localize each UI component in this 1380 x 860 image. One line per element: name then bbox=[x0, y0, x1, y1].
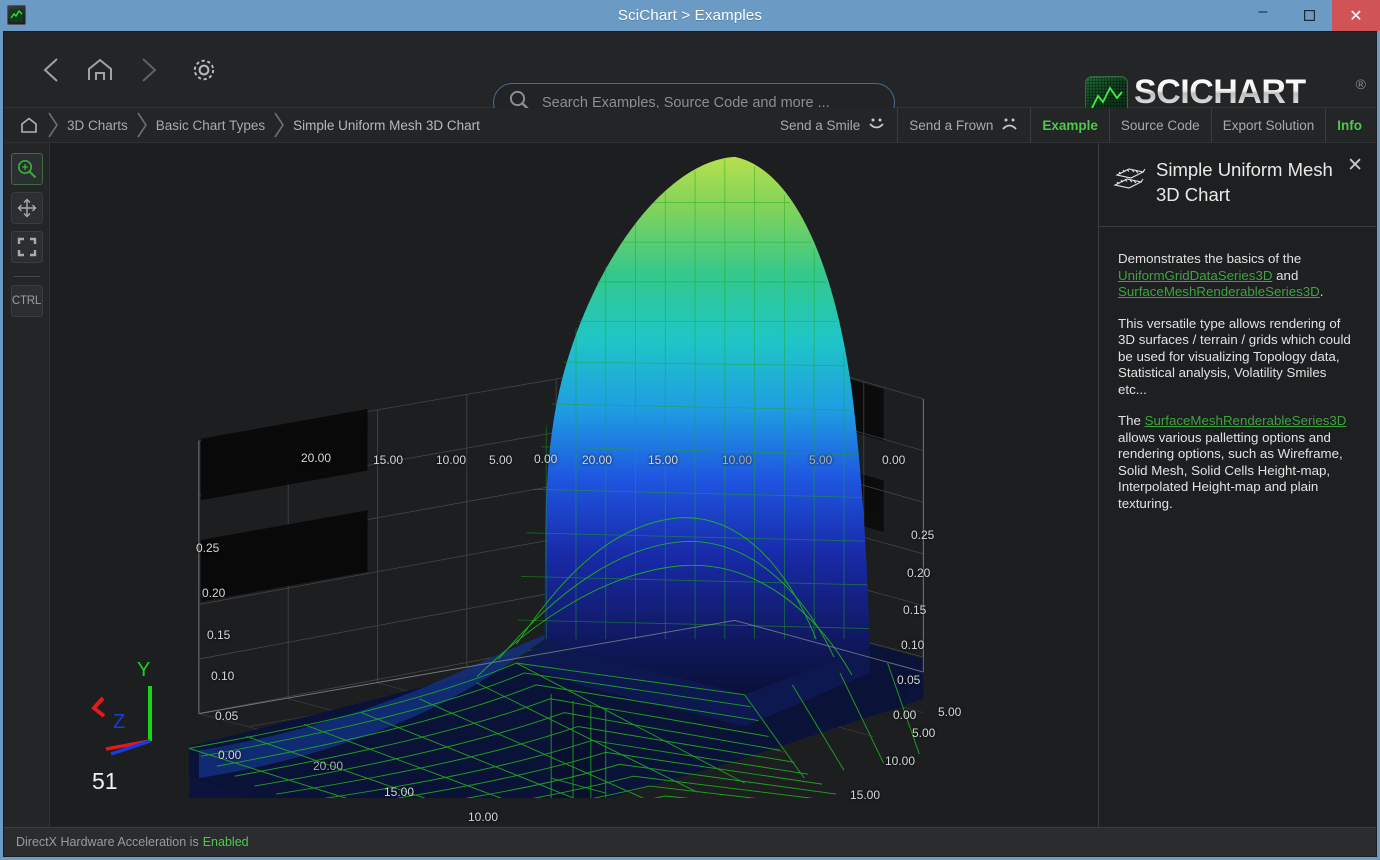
tab-info[interactable]: Info bbox=[1325, 108, 1376, 143]
breadcrumb-separator-icon bbox=[42, 108, 64, 143]
info-text-2-2: allows various palletting options and re… bbox=[1118, 429, 1343, 511]
axis-orientation-gizmo: Y Z bbox=[91, 659, 152, 756]
info-link-0-3[interactable]: SurfaceMeshRenderableSeries3D bbox=[1118, 284, 1320, 299]
breadcrumb-item-current[interactable]: Simple Uniform Mesh 3D Chart bbox=[290, 118, 483, 133]
frowny-face-icon bbox=[1000, 117, 1019, 135]
breadcrumb-separator-icon bbox=[268, 108, 290, 143]
status-text: DirectX Hardware Acceleration is bbox=[16, 835, 199, 849]
title-bar: SciChart > Examples – ✕ bbox=[0, 0, 1380, 31]
toolbar-divider bbox=[13, 276, 40, 277]
ctrl-key-button[interactable]: CTRL bbox=[10, 285, 43, 317]
status-badge: Enabled bbox=[202, 835, 249, 849]
application-window: SciChart > Examples – ✕ Search Examples,… bbox=[0, 0, 1380, 860]
gizmo-z-label: Z bbox=[113, 711, 125, 733]
fps-counter: 51 bbox=[92, 768, 118, 794]
smiley-face-icon bbox=[867, 117, 886, 135]
breadcrumb-separator-icon bbox=[131, 108, 153, 143]
surface-mesh-3d-chart[interactable] bbox=[50, 143, 1098, 798]
tab-send-a-smile-label: Send a Smile bbox=[780, 118, 861, 133]
info-text-1-0: This versatile type allows rendering of … bbox=[1118, 315, 1351, 397]
chart-modifier-toolbar: CTRL bbox=[4, 143, 50, 827]
navigation-icons bbox=[30, 48, 226, 92]
breadcrumb-item-3d-charts[interactable]: 3D Charts bbox=[64, 118, 131, 133]
status-bar: DirectX Hardware Acceleration is Enabled bbox=[4, 827, 1376, 856]
main-content: CTRL 20.00 15.00 10.00 5.00 0.00 20.00 1… bbox=[4, 143, 1376, 827]
gear-icon[interactable] bbox=[182, 48, 226, 92]
info-panel-body: Demonstrates the basics of the UniformGr… bbox=[1099, 227, 1376, 537]
info-text-0-0: Demonstrates the basics of the bbox=[1118, 251, 1302, 266]
mesh-surface-icon bbox=[1113, 163, 1147, 200]
gizmo-y-label: Y bbox=[137, 659, 150, 681]
info-panel: Simple Uniform Mesh 3D Chart ✕ Demonstra… bbox=[1098, 143, 1376, 827]
tab-send-a-smile[interactable]: Send a Smile bbox=[769, 108, 897, 143]
minimize-button[interactable]: – bbox=[1240, 0, 1286, 31]
forward-arrow-icon[interactable] bbox=[126, 48, 170, 92]
action-tabs: Send a Smile Send a Frown Example Source… bbox=[769, 108, 1376, 143]
info-paragraph-0: Demonstrates the basics of the UniformGr… bbox=[1118, 251, 1356, 301]
tab-example[interactable]: Example bbox=[1030, 108, 1109, 143]
chart-viewport[interactable]: 20.00 15.00 10.00 5.00 0.00 20.00 15.00 … bbox=[50, 143, 1098, 827]
window-body: SCICHART ® > High Performance WPF Silver… bbox=[3, 31, 1377, 857]
maximize-button[interactable] bbox=[1286, 0, 1332, 31]
scichart-logo-icon bbox=[7, 5, 26, 25]
back-arrow-icon[interactable] bbox=[30, 48, 74, 92]
pan-icon[interactable] bbox=[10, 192, 43, 224]
info-link-0-1[interactable]: UniformGridDataSeries3D bbox=[1118, 268, 1272, 283]
breadcrumb-item-basic-chart-types[interactable]: Basic Chart Types bbox=[153, 118, 268, 133]
zoom-extents-icon[interactable] bbox=[10, 231, 43, 263]
window-title: SciChart > Examples bbox=[617, 7, 763, 24]
logo-wordmark: SCICHART bbox=[1134, 75, 1352, 109]
info-text-0-2: and bbox=[1272, 267, 1299, 283]
zoom-in-icon[interactable] bbox=[10, 153, 43, 185]
top-toolbar: SCICHART ® > High Performance WPF Silver… bbox=[4, 32, 1376, 122]
tab-export-solution[interactable]: Export Solution bbox=[1210, 108, 1326, 143]
window-controls: – ✕ bbox=[1240, 0, 1380, 31]
axis-tick-bottom-left-2: 10.00 bbox=[468, 810, 499, 824]
tab-send-a-frown-label: Send a Frown bbox=[909, 118, 994, 133]
registered-trademark-icon: ® bbox=[1355, 76, 1366, 92]
chart-wall-shadow-bands bbox=[200, 408, 368, 602]
info-link-2-1[interactable]: SurfaceMeshRenderableSeries3D bbox=[1145, 413, 1347, 428]
breadcrumb-bar: 3D Charts Basic Chart Types Simple Unifo… bbox=[4, 108, 1376, 143]
home-icon[interactable] bbox=[78, 48, 122, 92]
close-icon[interactable]: ✕ bbox=[1347, 156, 1363, 175]
tab-source-code[interactable]: Source Code bbox=[1108, 108, 1211, 143]
tab-send-a-frown[interactable]: Send a Frown bbox=[897, 108, 1030, 143]
info-paragraph-2: The SurfaceMeshRenderableSeries3D allows… bbox=[1118, 413, 1356, 512]
info-text-0-4: . bbox=[1319, 284, 1324, 299]
breadcrumb: 3D Charts Basic Chart Types Simple Unifo… bbox=[16, 108, 483, 143]
close-button[interactable]: ✕ bbox=[1332, 0, 1380, 31]
breadcrumb-home-icon[interactable] bbox=[16, 117, 42, 133]
info-text-2-0: The bbox=[1118, 413, 1145, 428]
info-panel-title: Simple Uniform Mesh 3D Chart bbox=[1156, 159, 1333, 205]
info-panel-header: Simple Uniform Mesh 3D Chart ✕ bbox=[1099, 143, 1376, 227]
info-paragraph-1: This versatile type allows rendering of … bbox=[1118, 316, 1356, 399]
